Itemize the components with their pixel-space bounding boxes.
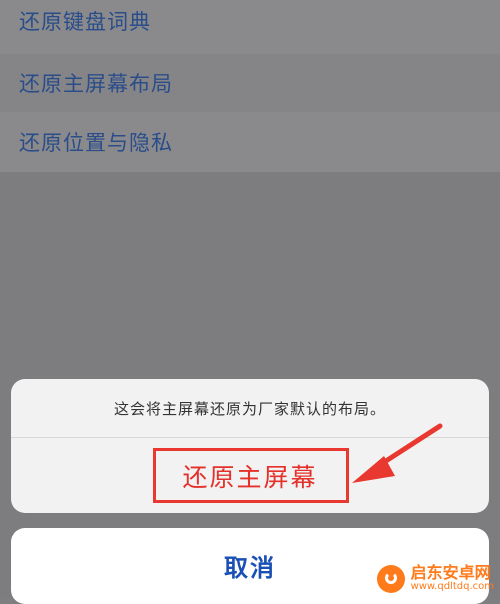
list-item-reset-location-privacy[interactable]: 还原位置与隐私: [0, 112, 500, 172]
action-sheet: 这会将主屏幕还原为厂家默认的布局。 还原主屏幕: [11, 379, 489, 513]
watermark: 启东安卓网 www.qdltdq.com: [376, 563, 494, 593]
list-item-reset-keyboard-dictionary[interactable]: 还原键盘词典: [0, 0, 500, 54]
cancel-label: 取消: [224, 553, 276, 582]
reset-home-screen-label: 还原主屏幕: [182, 462, 318, 492]
watermark-logo-icon: [376, 565, 405, 593]
watermark-title: 启东安卓网: [410, 563, 491, 583]
settings-list: 还原键盘词典 还原主屏幕布局 还原位置与隐私: [0, 0, 500, 172]
reset-home-screen-button[interactable]: 还原主屏幕: [11, 438, 489, 513]
list-item-label: 还原键盘词典: [19, 10, 151, 34]
list-item-label: 还原主屏幕布局: [19, 72, 173, 96]
list-item-reset-home-screen-layout[interactable]: 还原主屏幕布局: [0, 54, 500, 112]
watermark-url: www.qdltdq.com: [410, 581, 494, 593]
list-item-label: 还原位置与隐私: [19, 131, 173, 155]
action-sheet-message: 这会将主屏幕还原为厂家默认的布局。: [113, 399, 386, 418]
